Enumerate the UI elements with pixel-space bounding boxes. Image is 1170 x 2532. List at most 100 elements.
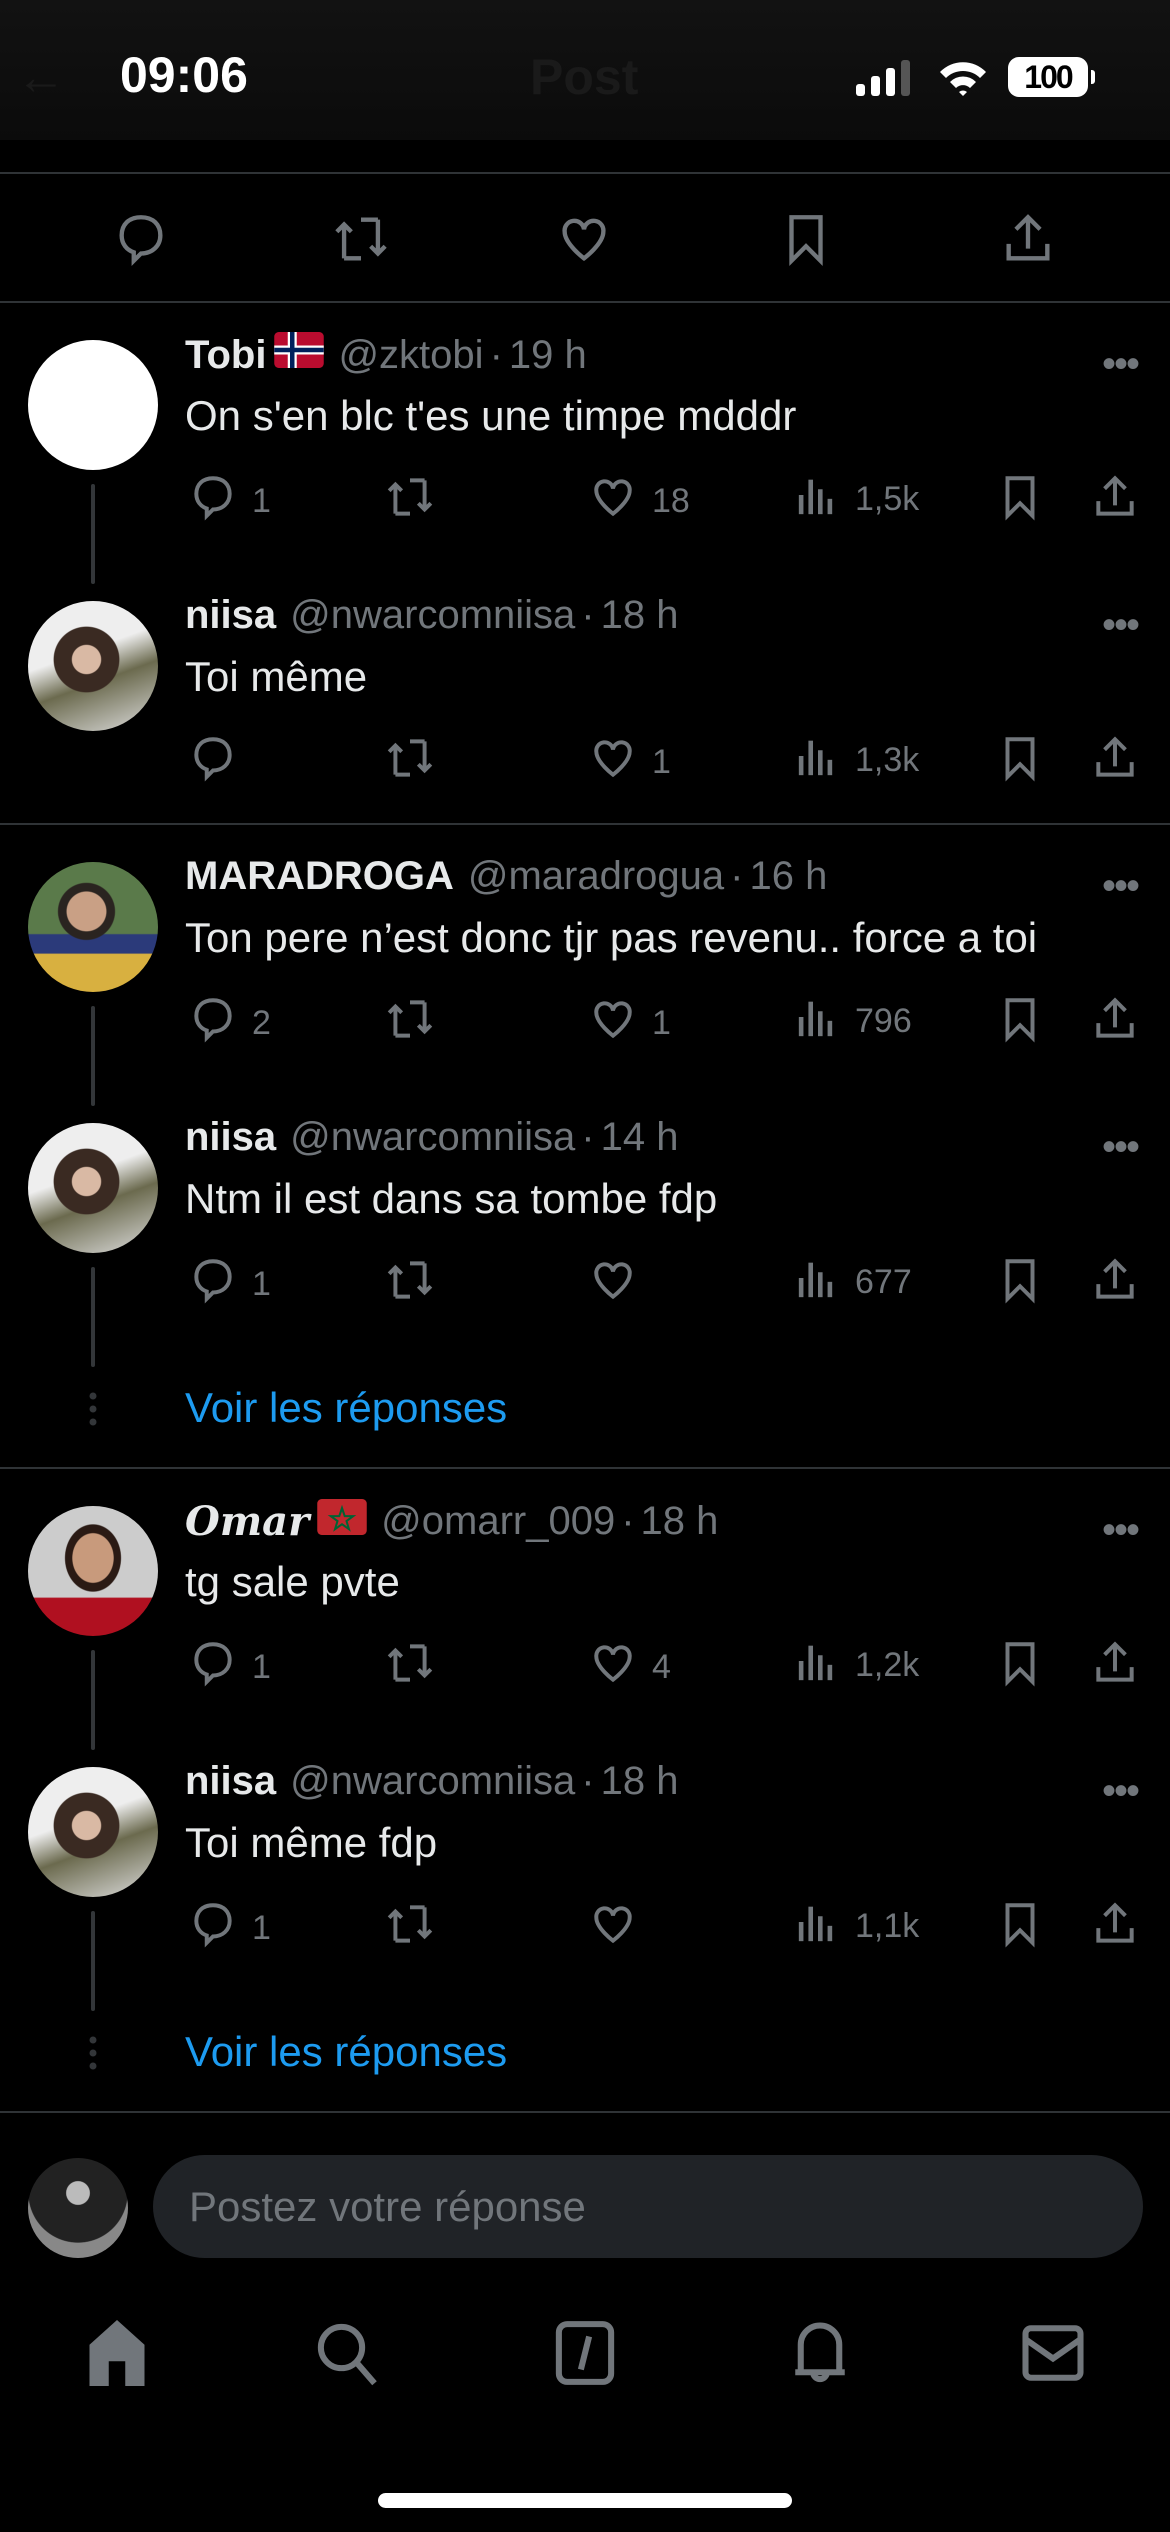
- more-options-icon[interactable]: •••: [1102, 1508, 1140, 1553]
- handle[interactable]: @maradrogua: [468, 854, 724, 899]
- retweet-button[interactable]: [385, 1899, 449, 1958]
- reply-button[interactable]: 1: [188, 1638, 271, 1697]
- share-button[interactable]: [1090, 1255, 1154, 1314]
- tweet-actions: 1 18 1,5k: [0, 472, 1170, 522]
- reply-tweet[interactable]: niisa @nwarcomniisa · 18 h ••• Toi même …: [0, 1729, 1170, 2011]
- like-icon: [588, 994, 652, 1053]
- notifications-bell-icon[interactable]: [787, 2320, 853, 2386]
- like-button[interactable]: [588, 1255, 652, 1314]
- share-icon: [1090, 472, 1154, 531]
- reply-icon: [188, 733, 252, 792]
- bookmark-button[interactable]: [995, 994, 1059, 1053]
- current-user-avatar[interactable]: [28, 2158, 128, 2258]
- share-button[interactable]: [1090, 1638, 1154, 1697]
- reply-tweet[interactable]: MARADROGA @maradrogua · 16 h ••• Ton per…: [0, 824, 1170, 1106]
- handle[interactable]: @omarr_009: [381, 1499, 615, 1544]
- show-replies-link[interactable]: Voir les réponses: [185, 1384, 507, 1432]
- display-name[interactable]: niisa: [185, 1759, 276, 1804]
- retweet-icon[interactable]: [332, 210, 390, 268]
- display-name[interactable]: Tobi: [185, 333, 266, 378]
- share-button[interactable]: [1090, 994, 1154, 1053]
- display-name[interactable]: Omar: [185, 1498, 309, 1545]
- views-icon: [795, 1899, 855, 1954]
- avatar[interactable]: [28, 1506, 158, 1636]
- display-name[interactable]: niisa: [185, 1115, 276, 1160]
- bookmark-button[interactable]: [995, 733, 1059, 792]
- share-button[interactable]: [1090, 472, 1154, 531]
- retweet-button[interactable]: [385, 1638, 449, 1697]
- bookmark-button[interactable]: [995, 1638, 1059, 1697]
- avatar[interactable]: [28, 601, 158, 731]
- more-options-icon[interactable]: •••: [1102, 1769, 1140, 1814]
- reply-input[interactable]: [153, 2155, 1143, 2258]
- like-button[interactable]: 4: [588, 1638, 671, 1697]
- show-replies-row[interactable]: Voir les réponses: [0, 1990, 1170, 2113]
- views-button[interactable]: 1,5k: [795, 472, 919, 527]
- reply-button[interactable]: 1: [188, 1255, 271, 1314]
- back-arrow-icon[interactable]: ←: [16, 48, 66, 106]
- share-icon: [1090, 994, 1154, 1053]
- reply-tweet[interactable]: niisa @nwarcomniisa · 14 h ••• Ntm il es…: [0, 1085, 1170, 1367]
- reply-tweet[interactable]: niisa @nwarcomniisa · 18 h ••• Toi même …: [0, 563, 1170, 824]
- reply-count: 1: [252, 1265, 271, 1303]
- handle[interactable]: @zktobi: [338, 333, 483, 378]
- share-icon[interactable]: [999, 210, 1057, 268]
- more-options-icon[interactable]: •••: [1102, 864, 1140, 909]
- views-button[interactable]: 796: [795, 994, 912, 1049]
- views-button[interactable]: 677: [795, 1255, 912, 1310]
- retweet-button[interactable]: [385, 1255, 449, 1314]
- reply-tweet[interactable]: Omar @omarr_009 · 18 h ••• tg sale pvte …: [0, 1468, 1170, 1750]
- bookmark-button[interactable]: [995, 1899, 1059, 1958]
- tweet-actions: 1 4 1,2k: [0, 1638, 1170, 1688]
- retweet-button[interactable]: [385, 994, 449, 1053]
- share-icon: [1090, 1638, 1154, 1697]
- home-icon[interactable]: [84, 2320, 150, 2386]
- display-name[interactable]: niisa: [185, 593, 276, 638]
- like-icon[interactable]: [555, 210, 613, 268]
- reply-button[interactable]: 1: [188, 472, 271, 531]
- retweet-button[interactable]: [385, 733, 449, 792]
- tweet-text: Ton pere n’est donc tjr pas revenu.. for…: [185, 914, 1038, 961]
- like-button[interactable]: [588, 1899, 652, 1958]
- show-replies-row[interactable]: Voir les réponses: [0, 1346, 1170, 1469]
- display-name[interactable]: MARADROGA: [185, 854, 454, 899]
- like-button[interactable]: 1: [588, 733, 671, 792]
- more-options-icon[interactable]: •••: [1102, 1125, 1140, 1170]
- views-button[interactable]: 1,3k: [795, 733, 919, 788]
- like-icon: [588, 1899, 652, 1958]
- reply-button[interactable]: 1: [188, 1899, 271, 1958]
- search-icon[interactable]: [314, 2320, 380, 2386]
- views-icon: [795, 1638, 855, 1693]
- home-indicator[interactable]: [378, 2493, 792, 2508]
- views-icon: [795, 733, 855, 788]
- grok-icon[interactable]: [552, 2320, 618, 2386]
- messages-icon[interactable]: [1020, 2320, 1086, 2386]
- share-button[interactable]: [1090, 1899, 1154, 1958]
- tweet-header: niisa @nwarcomniisa · 14 h: [185, 1115, 678, 1160]
- handle[interactable]: @nwarcomniisa: [290, 1115, 575, 1160]
- reply-icon[interactable]: [112, 210, 170, 268]
- like-button[interactable]: 18: [588, 472, 690, 531]
- bookmark-icon[interactable]: [777, 210, 835, 268]
- bookmark-button[interactable]: [995, 472, 1059, 531]
- reply-icon: [188, 1255, 252, 1314]
- views-button[interactable]: 1,1k: [795, 1899, 919, 1954]
- reply-tweet[interactable]: Tobi @zktobi · 19 h ••• On s'en blc t'es…: [0, 302, 1170, 584]
- handle[interactable]: @nwarcomniisa: [290, 1759, 575, 1804]
- more-options-icon[interactable]: •••: [1102, 342, 1140, 387]
- reply-button[interactable]: [188, 733, 252, 792]
- reply-count: 1: [252, 1909, 271, 1947]
- handle[interactable]: @nwarcomniisa: [290, 593, 575, 638]
- avatar[interactable]: [28, 862, 158, 992]
- avatar[interactable]: [28, 340, 158, 470]
- like-button[interactable]: 1: [588, 994, 671, 1053]
- show-replies-link[interactable]: Voir les réponses: [185, 2028, 507, 2076]
- share-button[interactable]: [1090, 733, 1154, 792]
- avatar[interactable]: [28, 1767, 158, 1897]
- retweet-button[interactable]: [385, 472, 449, 531]
- avatar[interactable]: [28, 1123, 158, 1253]
- views-button[interactable]: 1,2k: [795, 1638, 919, 1693]
- reply-button[interactable]: 2: [188, 994, 271, 1053]
- bookmark-button[interactable]: [995, 1255, 1059, 1314]
- more-options-icon[interactable]: •••: [1102, 603, 1140, 648]
